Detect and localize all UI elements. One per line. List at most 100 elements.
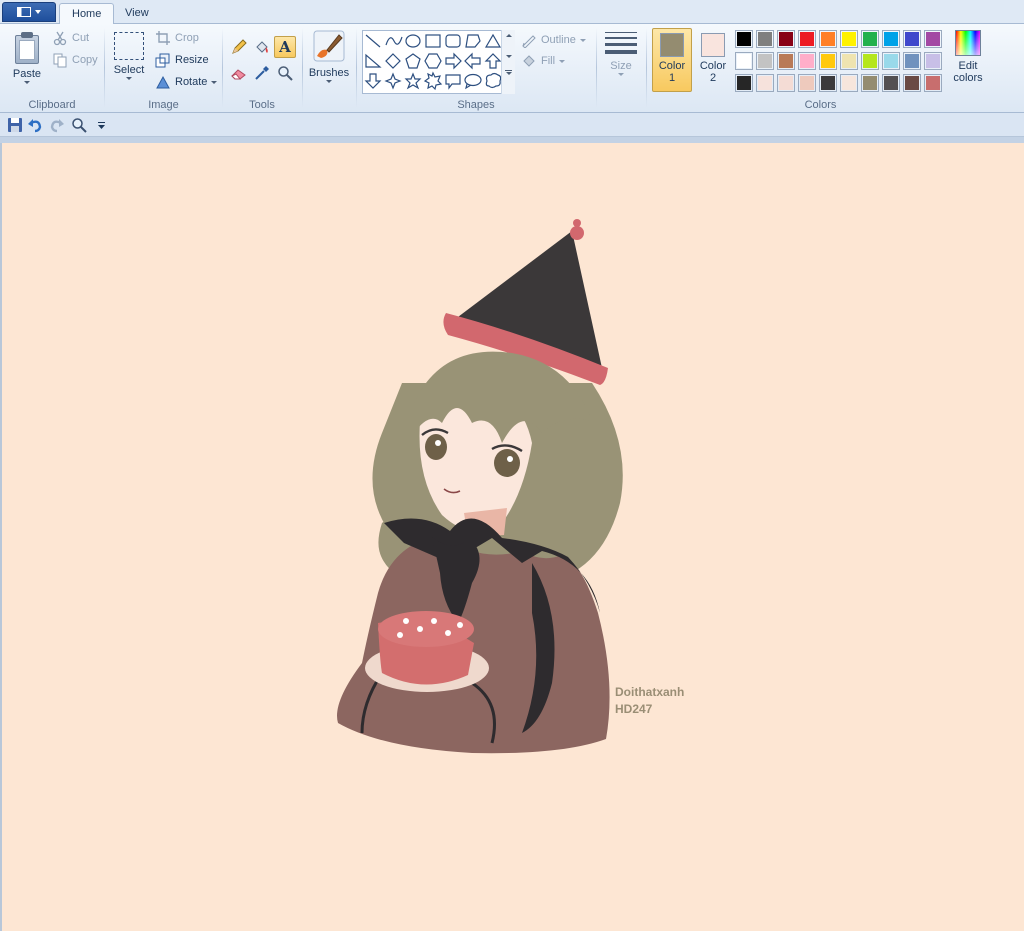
palette-swatch[interactable]: [798, 30, 816, 48]
palette-swatch[interactable]: [819, 74, 837, 92]
palette-swatch[interactable]: [840, 30, 858, 48]
line-size-icon: [605, 32, 637, 54]
tab-view[interactable]: View: [113, 3, 161, 24]
palette-swatch[interactable]: [798, 52, 816, 70]
copy-button[interactable]: Copy: [52, 50, 98, 70]
color-1-button[interactable]: Color 1: [652, 28, 692, 92]
save-icon[interactable]: [7, 117, 23, 133]
edit-colors-label-2: colors: [953, 72, 983, 84]
text-tool[interactable]: A: [274, 36, 296, 58]
outline-label: Outline: [541, 34, 576, 46]
paste-label: Paste: [12, 68, 42, 80]
palette-swatch[interactable]: [819, 52, 837, 70]
chevron-down-icon: [559, 59, 566, 63]
tools-group: A Tools: [223, 24, 301, 113]
palette-swatch[interactable]: [882, 74, 900, 92]
fill-tool[interactable]: [251, 36, 273, 58]
outline-icon: [522, 35, 536, 48]
color-picker-tool[interactable]: [251, 62, 273, 84]
magnifier-tool[interactable]: [274, 62, 296, 84]
palette-swatch[interactable]: [861, 52, 879, 70]
select-button[interactable]: Select: [111, 26, 147, 80]
undo-icon[interactable]: [27, 117, 43, 133]
palette-swatch[interactable]: [924, 74, 942, 92]
cut-button[interactable]: Cut: [52, 28, 89, 48]
palette-swatch[interactable]: [861, 30, 879, 48]
scissors-icon: [53, 31, 67, 46]
palette-swatch[interactable]: [840, 52, 858, 70]
chevron-down-icon: [505, 55, 512, 58]
paint-menu-icon: [17, 7, 31, 17]
palette-swatch[interactable]: [819, 30, 837, 48]
color-1-swatch: [660, 33, 684, 57]
shapes-gallery-icons: [364, 33, 502, 91]
palette-swatch[interactable]: [735, 74, 753, 92]
fill-button[interactable]: Fill: [521, 51, 566, 71]
select-label: Select: [113, 64, 145, 76]
palette-swatch[interactable]: [777, 30, 795, 48]
copy-label: Copy: [72, 54, 98, 66]
color-2-swatch: [701, 33, 725, 57]
size-button[interactable]: Size: [601, 28, 641, 76]
quick-access-toolbar: [0, 113, 1024, 137]
palette-swatch[interactable]: [924, 30, 942, 48]
palette-swatch[interactable]: [756, 52, 774, 70]
rainbow-icon: [955, 30, 981, 56]
palette-swatch[interactable]: [840, 74, 858, 92]
drawing-canvas[interactable]: Doithatxanh HD247: [0, 143, 1024, 931]
redo-icon[interactable]: [49, 117, 65, 133]
edit-colors-button[interactable]: Edit colors: [948, 30, 988, 84]
eraser-tool[interactable]: [228, 62, 250, 84]
signature-line-2: HD247: [615, 702, 653, 716]
palette-swatch[interactable]: [798, 74, 816, 92]
color-1-label: Color: [658, 60, 686, 72]
palette-swatch[interactable]: [777, 52, 795, 70]
select-icon: [114, 32, 144, 60]
palette-swatch[interactable]: [903, 52, 921, 70]
palette-swatch[interactable]: [756, 74, 774, 92]
color-2-button[interactable]: Color 2: [693, 28, 733, 92]
crop-button[interactable]: Crop: [155, 28, 199, 48]
eraser-icon: [231, 69, 246, 80]
chevron-down-icon: [579, 38, 586, 42]
customize-toolbar-icon[interactable]: [93, 117, 109, 133]
palette-swatch[interactable]: [756, 30, 774, 48]
chevron-down-icon: [505, 72, 512, 75]
text-icon: A: [279, 38, 291, 56]
chevron-down-icon: [618, 73, 624, 76]
chevron-down-icon: [211, 80, 218, 84]
paste-button[interactable]: Paste: [6, 26, 48, 84]
brushes-group: Brushes: [303, 24, 355, 113]
brushes-button[interactable]: Brushes: [307, 26, 351, 83]
shapes-scrollbar[interactable]: [501, 30, 515, 94]
magnifier-icon: [278, 66, 293, 81]
crop-label: Crop: [175, 32, 199, 44]
edit-colors-label: Edit: [958, 60, 978, 72]
palette-swatch[interactable]: [924, 52, 942, 70]
chevron-down-icon: [24, 81, 30, 84]
chevron-down-icon: [126, 77, 132, 80]
rotate-button[interactable]: Rotate: [155, 72, 218, 92]
palette-swatch[interactable]: [735, 30, 753, 48]
tab-home[interactable]: Home: [59, 3, 115, 25]
palette-swatch[interactable]: [735, 52, 753, 70]
palette-swatch[interactable]: [777, 74, 795, 92]
drawing-artwork: [337, 219, 623, 754]
brush-icon: [313, 30, 345, 62]
palette-swatch[interactable]: [861, 74, 879, 92]
zoom-icon[interactable]: [71, 117, 87, 133]
palette-swatch[interactable]: [903, 74, 921, 92]
fill-shape-icon: [523, 55, 535, 67]
palette-swatch[interactable]: [882, 52, 900, 70]
chevron-down-icon: [326, 80, 332, 83]
resize-button[interactable]: Resize: [155, 50, 209, 70]
palette-swatch[interactable]: [882, 30, 900, 48]
outline-button[interactable]: Outline: [521, 30, 586, 50]
shapes-group-label: Shapes: [457, 99, 495, 111]
paint-menu-button[interactable]: [2, 2, 56, 22]
image-group-label: Image: [148, 99, 179, 111]
pencil-tool[interactable]: [228, 36, 250, 58]
artist-signature: Doithatxanh HD247: [615, 684, 684, 718]
clipboard-group: Paste Cut Copy Clipboard: [0, 24, 104, 113]
palette-swatch[interactable]: [903, 30, 921, 48]
